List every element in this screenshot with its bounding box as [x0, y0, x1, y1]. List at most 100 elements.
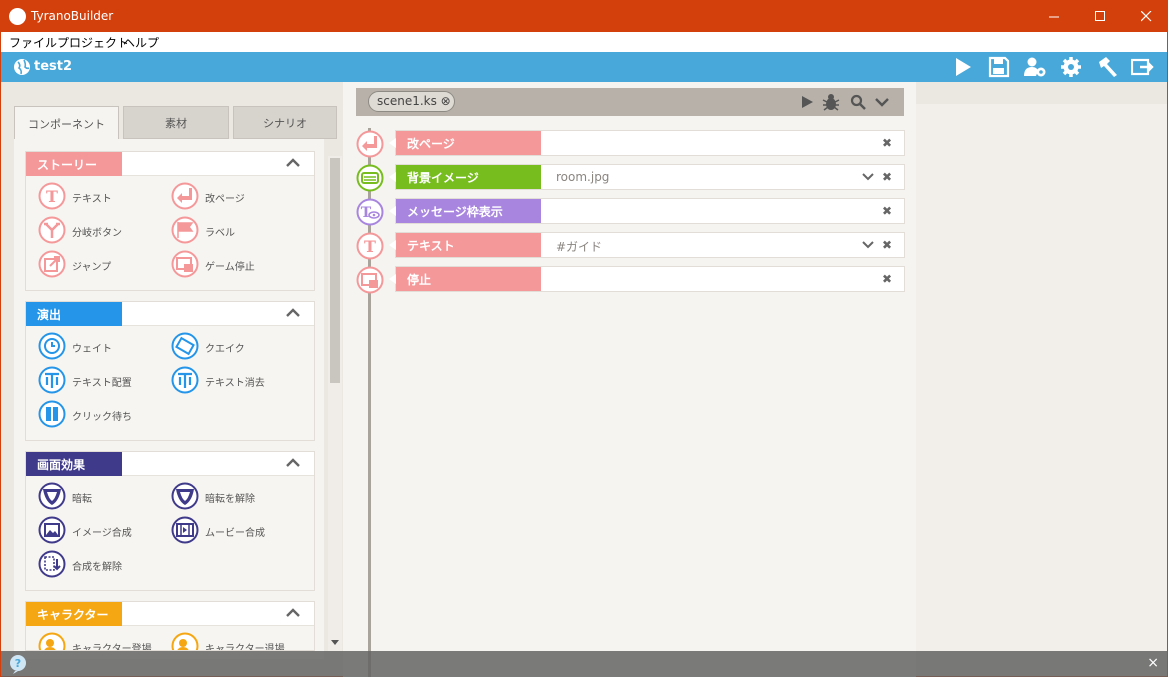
- component-page-break[interactable]: 改ページ: [171, 182, 301, 210]
- script-row[interactable]: メッセージ枠表示 ✖: [389, 198, 905, 224]
- search-icon[interactable]: [850, 94, 866, 110]
- component-text-clear[interactable]: テキスト消去: [171, 366, 301, 394]
- component-game-stop[interactable]: ゲーム停止: [171, 250, 301, 278]
- curtain-icon: [38, 482, 66, 510]
- delete-row-icon[interactable]: ✖: [882, 272, 892, 286]
- pause-icon: [38, 400, 66, 428]
- branch-icon: [38, 216, 66, 244]
- section-label: キャラクター: [26, 602, 122, 626]
- page-break-icon: [356, 130, 384, 158]
- tab-materials[interactable]: 素材: [123, 106, 229, 139]
- gear-icon[interactable]: [1059, 56, 1083, 78]
- scrollbar-thumb[interactable]: [330, 158, 340, 383]
- jump-icon: [38, 250, 66, 278]
- chevron-up-icon[interactable]: [286, 308, 300, 318]
- component-branch-button[interactable]: 分岐ボタン: [38, 216, 168, 244]
- section-character-header[interactable]: キャラクター: [26, 602, 314, 626]
- section-story: ストーリー T テキスト 改ページ 分岐ボタン ラベル ジャンプ ゲーム停止: [25, 151, 315, 291]
- component-jump[interactable]: ジャンプ: [38, 250, 168, 278]
- component-image-composite[interactable]: イメージ合成: [38, 516, 168, 544]
- build-hammer-icon[interactable]: [1095, 56, 1119, 78]
- row-label: 改ページ: [389, 131, 541, 155]
- svg-text:T: T: [46, 187, 58, 206]
- tab-components[interactable]: コンポーネント: [14, 106, 119, 140]
- chevron-down-icon[interactable]: [875, 97, 889, 107]
- section-story-header[interactable]: ストーリー: [26, 152, 314, 176]
- delete-row-icon[interactable]: ✖: [882, 170, 892, 184]
- row-label: テキスト: [389, 233, 541, 257]
- row-value[interactable]: #ガイド: [556, 238, 602, 255]
- play-icon[interactable]: [951, 56, 975, 78]
- component-wait[interactable]: ウェイト: [38, 332, 168, 360]
- status-bar: ? ×: [1, 651, 1167, 677]
- section-label: ストーリー: [26, 152, 122, 176]
- delete-row-icon[interactable]: ✖: [882, 238, 892, 252]
- file-tab-bar: scene1.ks ⊗: [356, 88, 904, 116]
- components-scrollbar[interactable]: [328, 156, 342, 651]
- quake-icon: [171, 332, 199, 360]
- script-row[interactable]: 停止 ✖: [389, 266, 905, 292]
- text-position-icon: [38, 366, 66, 394]
- maximize-button[interactable]: [1077, 1, 1123, 32]
- flag-icon: [171, 216, 199, 244]
- minimize-button[interactable]: [1031, 1, 1077, 32]
- character-enter-icon: [38, 632, 66, 650]
- character-settings-icon[interactable]: [1023, 56, 1047, 78]
- chevron-down-icon[interactable]: [862, 169, 874, 183]
- script-row[interactable]: 背景イメージ room.jpg ✖: [389, 164, 905, 190]
- menu-file[interactable]: ファイル: [9, 34, 57, 51]
- help-icon[interactable]: ?: [9, 654, 27, 674]
- script-row[interactable]: テキスト #ガイド ✖: [389, 232, 905, 258]
- component-fade-out[interactable]: 暗転: [38, 482, 168, 510]
- chevron-up-icon[interactable]: [286, 458, 300, 468]
- close-status-icon[interactable]: ×: [1147, 655, 1159, 671]
- menu-help[interactable]: ヘルプ: [123, 34, 159, 51]
- window-title: TyranoBuilder: [31, 9, 114, 23]
- section-label: 演出: [26, 302, 122, 326]
- delete-row-icon[interactable]: ✖: [882, 204, 892, 218]
- svg-text:T: T: [364, 237, 376, 256]
- text-clear-icon: [171, 366, 199, 394]
- section-screen-effects-header[interactable]: 画面効果: [26, 452, 314, 476]
- row-label: 背景イメージ: [389, 165, 541, 189]
- row-value[interactable]: room.jpg: [556, 170, 609, 184]
- component-character-exit[interactable]: キャラクター退場: [171, 632, 301, 650]
- component-label[interactable]: ラベル: [171, 216, 301, 244]
- delete-row-icon[interactable]: ✖: [882, 136, 892, 150]
- component-text[interactable]: T テキスト: [38, 182, 168, 210]
- project-name: test2: [34, 59, 73, 74]
- section-effects-header[interactable]: 演出: [26, 302, 314, 326]
- title-bar: TyranoBuilder: [1, 1, 1167, 32]
- component-click-wait[interactable]: クリック待ち: [38, 400, 168, 428]
- chevron-down-icon[interactable]: [862, 237, 874, 251]
- save-icon[interactable]: [987, 56, 1011, 78]
- menu-project[interactable]: プロジェクト: [57, 34, 129, 51]
- stop-icon: [356, 266, 384, 294]
- tab-scenario[interactable]: シナリオ: [233, 106, 337, 139]
- close-window-button[interactable]: [1123, 1, 1168, 32]
- component-movie-composite[interactable]: ムービー合成: [171, 516, 301, 544]
- chevron-up-icon[interactable]: [286, 608, 300, 618]
- script-row[interactable]: 改ページ ✖: [389, 130, 905, 156]
- scenario-editor: scene1.ks ⊗ 改ページ ✖ 背景イメージ room.jpg ✖ T メ…: [343, 82, 916, 677]
- play-icon[interactable]: [801, 95, 814, 109]
- component-fade-in[interactable]: 暗転を解除: [171, 482, 301, 510]
- menu-bar: ファイル プロジェクト ヘルプ: [1, 32, 1167, 52]
- background-image-icon: [356, 164, 384, 192]
- component-character-enter[interactable]: キャラクター登場: [38, 632, 168, 650]
- curtain-open-icon: [171, 482, 199, 510]
- section-effects: 演出 ウェイト クエイク テキスト配置 テキスト消去 クリック待ち: [25, 301, 315, 441]
- component-text-position[interactable]: テキスト配置: [38, 366, 168, 394]
- component-clear-composite[interactable]: 合成を解除: [38, 550, 168, 578]
- chevron-up-icon[interactable]: [286, 158, 300, 168]
- row-label: 停止: [389, 267, 541, 291]
- stop-icon: [171, 250, 199, 278]
- film-icon: [171, 516, 199, 544]
- scroll-down-arrow-icon[interactable]: [331, 640, 339, 646]
- text-icon: T: [38, 182, 66, 210]
- export-icon[interactable]: [1131, 56, 1155, 78]
- component-quake[interactable]: クエイク: [171, 332, 301, 360]
- character-exit-icon: [171, 632, 199, 650]
- bug-debug-icon[interactable]: [822, 93, 840, 111]
- file-tab-scene1[interactable]: scene1.ks ⊗: [368, 91, 455, 112]
